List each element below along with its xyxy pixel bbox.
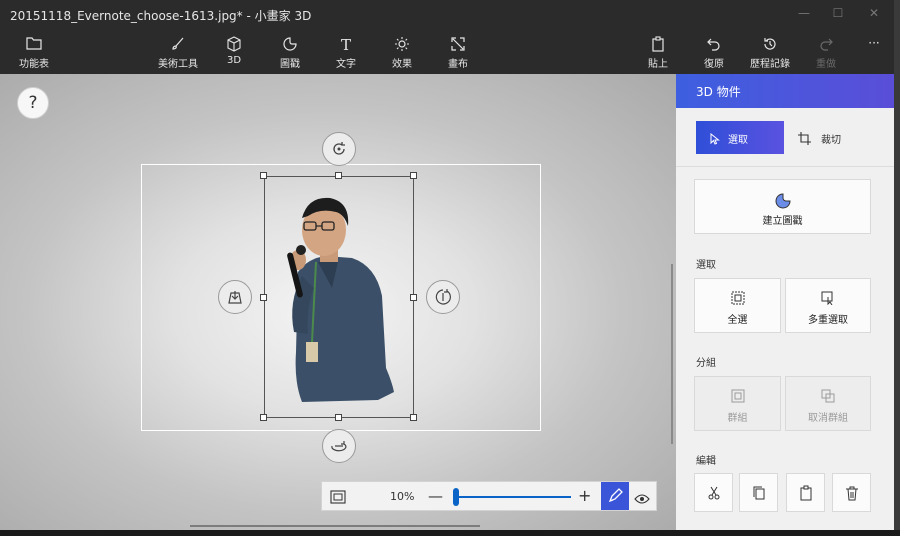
rotate-x-control[interactable]	[322, 429, 356, 463]
ungroup-icon	[786, 389, 870, 407]
group-icon	[695, 389, 780, 407]
shapes-3d-button[interactable]: 3D	[222, 30, 246, 74]
more-button[interactable]: ···	[862, 30, 886, 74]
delete-button[interactable]	[832, 473, 871, 512]
multi-select-icon	[786, 291, 870, 309]
cursor-icon	[710, 132, 720, 145]
resize-handle-bottom[interactable]	[335, 414, 342, 421]
undo-icon	[700, 30, 728, 52]
text-icon: T	[340, 36, 351, 54]
menu-button[interactable]: 功能表	[14, 30, 54, 74]
rotate-vertical-icon	[435, 289, 451, 305]
main-toolbar: 功能表 美術工具 3D 圖戳 T 文字 效果 畫布 貼上 復原 歷程記錄 重做 …	[0, 30, 894, 74]
minimize-icon[interactable]: —	[796, 6, 812, 20]
clipboard-icon	[644, 30, 672, 52]
multi-select-button[interactable]: 多重選取	[785, 278, 871, 333]
history-icon	[748, 30, 792, 52]
panel-title: 3D 物件	[676, 74, 894, 108]
copy-icon	[753, 486, 764, 500]
resize-handle-bottom-right[interactable]	[410, 414, 417, 421]
more-icon: ···	[868, 36, 880, 50]
folder-icon	[14, 30, 54, 52]
eye-icon[interactable]	[634, 490, 650, 509]
close-icon[interactable]: ✕	[866, 6, 882, 20]
ungroup-button[interactable]: 取消群組	[785, 376, 871, 431]
paste-panel-button[interactable]	[786, 473, 825, 512]
resize-handle-bottom-left[interactable]	[260, 414, 267, 421]
vertical-scrollbar[interactable]	[671, 264, 673, 444]
make-sticker-button[interactable]: 建立圖戳	[694, 179, 871, 234]
copy-button[interactable]	[739, 473, 778, 512]
redo-button[interactable]: 重做	[812, 30, 840, 74]
zoom-in-button[interactable]: +	[578, 486, 591, 505]
title-bar: 20151118_Evernote_choose-1613.jpg* - 小畫家…	[0, 0, 894, 30]
depth-icon	[228, 291, 242, 304]
maximize-icon[interactable]: ☐	[830, 6, 846, 20]
edit-view-button[interactable]	[601, 482, 629, 510]
desktop-edge-bottom	[0, 530, 900, 536]
select-section-label: 選取	[696, 260, 716, 271]
cube-icon	[222, 30, 246, 52]
rotate-y-control[interactable]	[426, 280, 460, 314]
divider	[676, 166, 894, 167]
select-all-button[interactable]: 全選	[694, 278, 781, 333]
zoom-level: 10%	[390, 490, 415, 503]
window-title: 20151118_Evernote_choose-1613.jpg* - 小畫家…	[10, 9, 312, 23]
help-button[interactable]: ?	[17, 87, 49, 119]
undo-button[interactable]: 復原	[700, 30, 728, 74]
properties-panel: 3D 物件 選取 裁切 建立圖戳 選取 全選 多重選取 分組 群組 取消群組 編…	[676, 74, 894, 530]
select-all-icon	[695, 291, 780, 309]
resize-handle-top[interactable]	[335, 172, 342, 179]
cut-button[interactable]	[694, 473, 733, 512]
resize-handle-top-left[interactable]	[260, 172, 267, 179]
crop-mode-button[interactable]: 裁切	[794, 121, 874, 154]
sun-icon	[388, 30, 416, 52]
resize-handle-top-right[interactable]	[410, 172, 417, 179]
resize-handle-left[interactable]	[260, 294, 267, 301]
resize-icon	[444, 30, 472, 52]
zoom-slider-track[interactable]	[455, 496, 571, 498]
canvas-workspace[interactable]: ? 10% — +	[0, 74, 676, 530]
resize-handle-right[interactable]	[410, 294, 417, 301]
desktop-edge	[894, 0, 900, 536]
scissors-icon	[708, 486, 719, 500]
brushes-button[interactable]: 美術工具	[156, 30, 200, 74]
brush-icon	[156, 30, 200, 52]
zoom-bar: 10% — +	[321, 481, 657, 511]
stickers-button[interactable]: 圖戳	[276, 30, 304, 74]
rotate-z-control[interactable]	[322, 132, 356, 166]
rotate-horizontal-icon	[331, 441, 347, 452]
zoom-out-button[interactable]: —	[428, 487, 443, 505]
sticker-icon	[695, 192, 870, 210]
effects-button[interactable]: 效果	[388, 30, 416, 74]
group-button[interactable]: 群組	[694, 376, 781, 431]
depth-control[interactable]	[218, 280, 252, 314]
edit-section-label: 編輯	[696, 456, 716, 467]
paste-button[interactable]: 貼上	[644, 30, 672, 74]
sticker-icon	[276, 30, 304, 52]
zoom-slider-thumb[interactable]	[453, 488, 459, 506]
trash-icon	[845, 486, 858, 501]
history-button[interactable]: 歷程記錄	[748, 30, 792, 74]
horizontal-scrollbar[interactable]	[190, 525, 480, 527]
rotate-icon	[333, 142, 345, 155]
crop-icon	[798, 132, 811, 145]
select-mode-button[interactable]: 選取	[696, 121, 784, 154]
group-section-label: 分組	[696, 358, 716, 369]
clipboard-icon	[800, 485, 811, 501]
pen-icon	[608, 488, 623, 503]
fit-to-screen-icon[interactable]	[330, 489, 346, 504]
redo-icon	[812, 30, 840, 52]
canvas-button[interactable]: 畫布	[444, 30, 472, 74]
text-button[interactable]: T 文字	[332, 30, 360, 74]
object-selection-box	[264, 176, 414, 418]
